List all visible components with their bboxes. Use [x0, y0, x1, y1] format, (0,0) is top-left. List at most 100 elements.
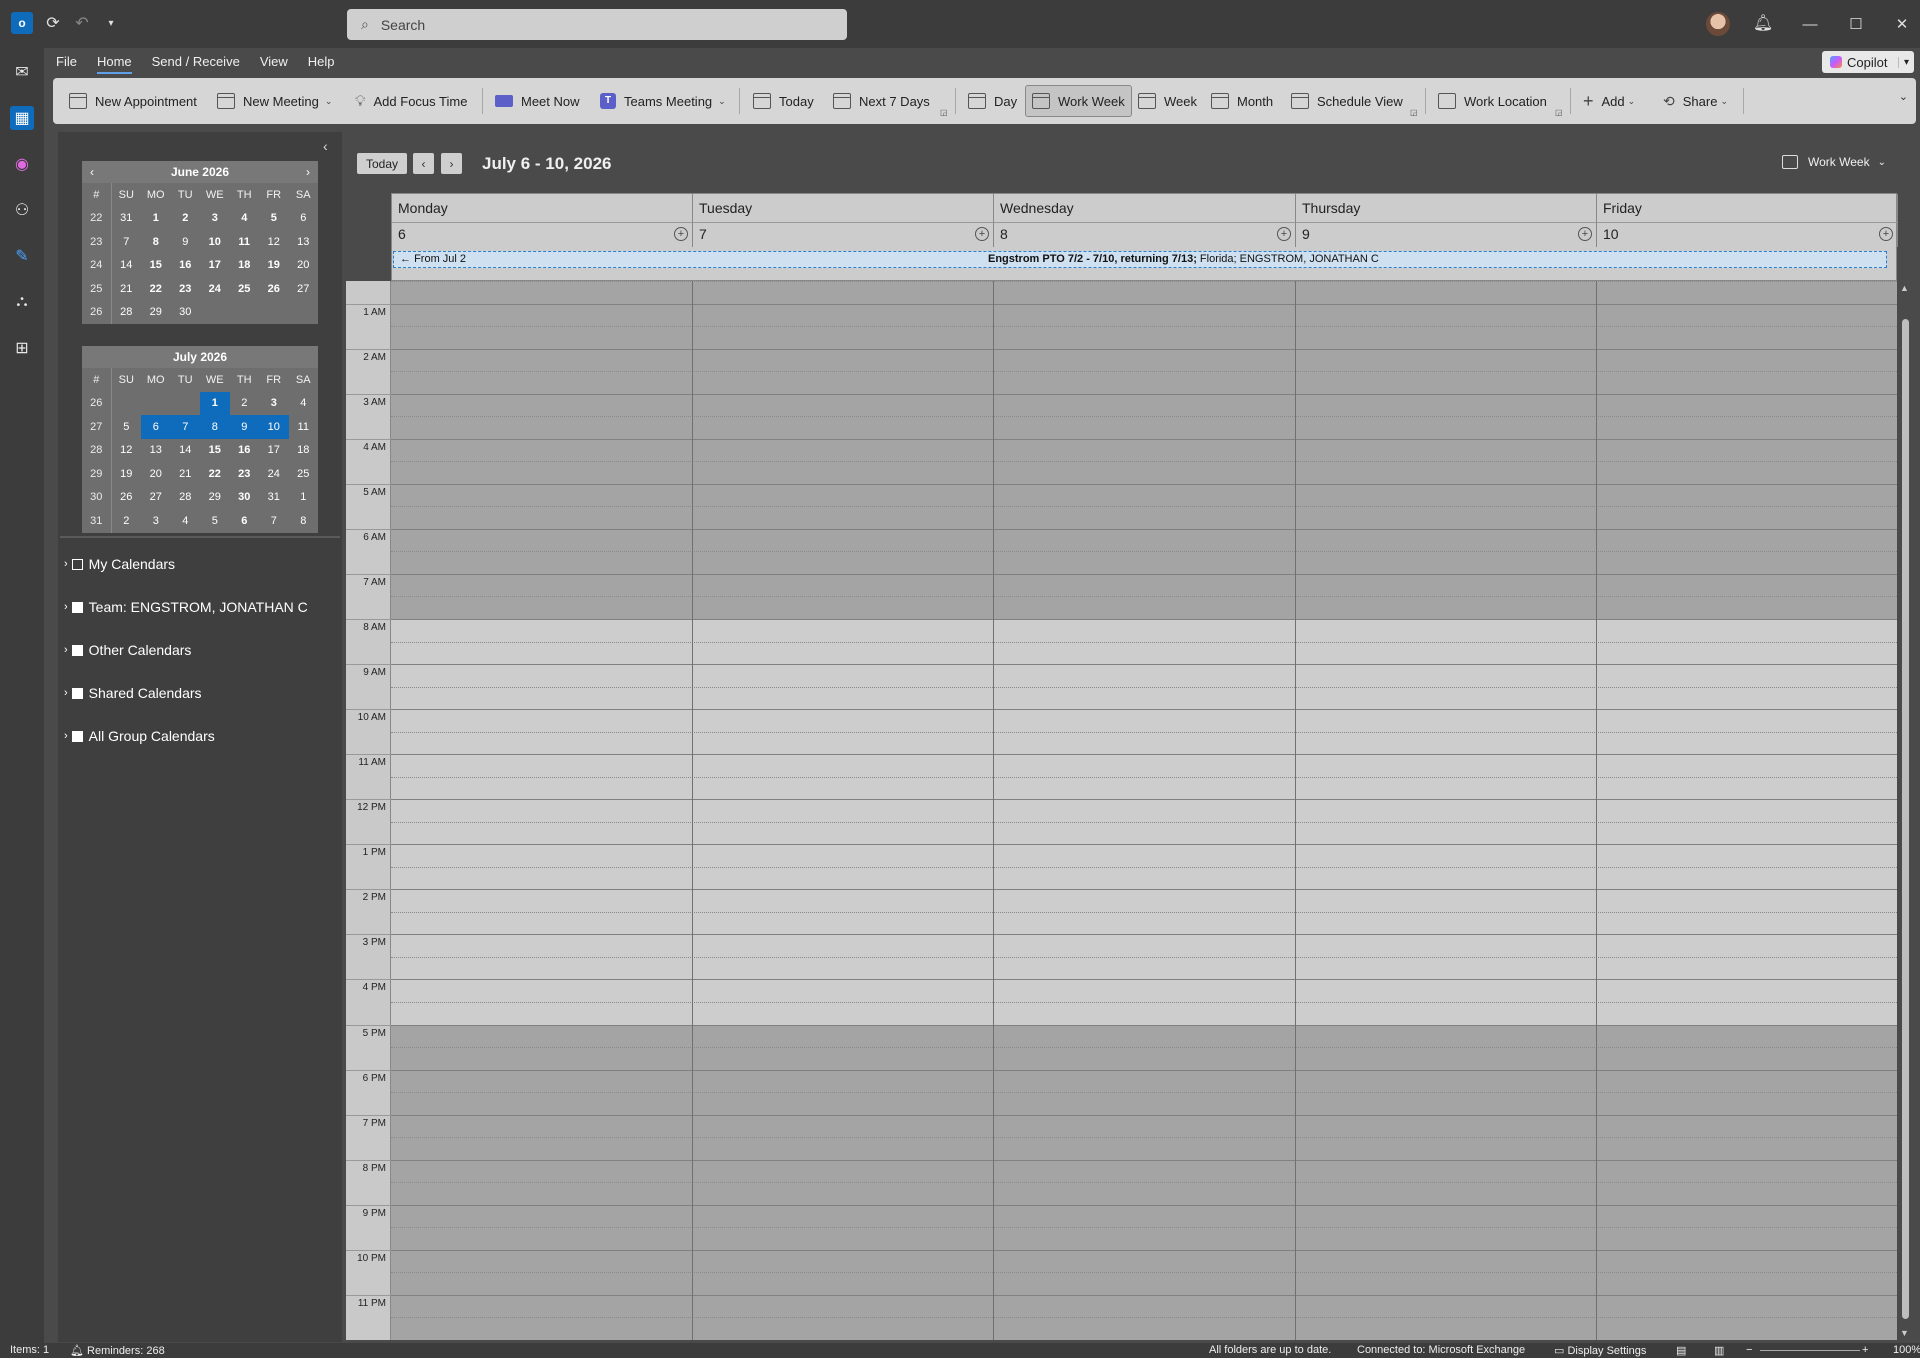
people-icon[interactable]: ⚇ — [10, 198, 34, 222]
day-number[interactable]: 8 — [994, 223, 1296, 247]
search-input[interactable]: ⌕ Search — [347, 9, 847, 40]
mini-calendar-day[interactable]: 28 — [171, 486, 201, 510]
next-7-days-button[interactable]: Next 7 Days — [833, 85, 930, 117]
time-slot[interactable] — [391, 1249, 1897, 1273]
mini-calendar-day[interactable]: 8 — [289, 509, 319, 533]
mini-calendar-day[interactable]: 3 — [141, 509, 171, 533]
time-slot[interactable] — [391, 1227, 1897, 1250]
calendar-group-team[interactable]: › Team: ENGSTROM, JONATHAN C — [64, 596, 308, 618]
mini-calendar-day[interactable]: 20 — [141, 462, 171, 486]
copilot-app-icon[interactable]: ◉ — [10, 152, 34, 176]
schedule-view-button[interactable]: Schedule View — [1291, 85, 1403, 117]
mini-calendar-day[interactable]: 25 — [289, 462, 319, 486]
mini-calendar-day[interactable]: 16 — [171, 254, 201, 278]
today-ribbon-button[interactable]: Today — [753, 85, 814, 117]
time-slot[interactable] — [391, 956, 1897, 980]
copilot-button[interactable]: Copilot ▾ — [1822, 51, 1914, 73]
mini-calendar-day[interactable]: 27 — [141, 486, 171, 510]
mini-calendar-day[interactable]: 16 — [230, 439, 260, 463]
mini-calendar-day[interactable]: 5 — [112, 415, 142, 439]
previous-week-button[interactable]: ‹ — [413, 153, 434, 174]
reminders-count[interactable]: 🔔︎ Reminders: 268 — [70, 1344, 165, 1357]
time-slot[interactable] — [391, 866, 1897, 890]
mini-calendar-day[interactable]: 15 — [141, 254, 171, 278]
zoom-out-icon[interactable]: − — [1746, 1344, 1752, 1356]
mini-calendar-day[interactable]: 28 — [112, 301, 142, 325]
mini-calendar-day[interactable]: 30 — [230, 486, 260, 510]
add-focus-time-button[interactable]: 💡︎ Add Focus Time — [355, 85, 467, 117]
time-slot[interactable] — [391, 776, 1897, 800]
display-settings-button[interactable]: ▭ Display Settings — [1554, 1344, 1646, 1357]
time-slot[interactable] — [391, 1159, 1897, 1183]
mini-calendar-day[interactable]: 25 — [230, 277, 260, 301]
mini-calendar-day[interactable]: 13 — [141, 439, 171, 463]
add-event-icon[interactable]: + — [1879, 227, 1893, 241]
undo-icon[interactable]: ↶ — [71, 12, 93, 34]
time-slot[interactable] — [391, 821, 1897, 845]
next-week-button[interactable]: › — [441, 153, 462, 174]
mini-calendar-day[interactable]: 19 — [112, 462, 142, 486]
time-grid[interactable] — [391, 281, 1897, 1340]
mini-calendar-day[interactable]: 14 — [171, 439, 201, 463]
collapse-pane-icon[interactable]: ‹ — [323, 138, 328, 154]
new-appointment-button[interactable]: New Appointment — [69, 85, 197, 117]
time-slot[interactable] — [391, 979, 1897, 1003]
calendar-group-my-calendars[interactable]: › My Calendars — [64, 553, 175, 575]
normal-view-icon[interactable]: ▤ — [1676, 1344, 1686, 1357]
time-slot[interactable] — [391, 348, 1897, 372]
add-event-icon[interactable]: + — [1277, 227, 1291, 241]
mini-calendar-day[interactable]: 18 — [230, 254, 260, 278]
mini-calendar-day[interactable]: 17 — [259, 439, 289, 463]
mini-calendar-day[interactable]: 8 — [200, 415, 230, 439]
zoom-slider[interactable] — [1760, 1350, 1860, 1351]
quick-access-dropdown-icon[interactable]: ▾ — [100, 12, 122, 34]
time-slot[interactable] — [391, 911, 1897, 935]
mini-calendar-day[interactable]: 10 — [200, 230, 230, 254]
time-slot[interactable] — [391, 1317, 1897, 1340]
new-meeting-button[interactable]: New Meeting ⌄ — [217, 85, 332, 117]
checkbox[interactable] — [71, 644, 83, 656]
mini-calendar-day[interactable]: 7 — [170, 415, 200, 439]
mini-calendar-day[interactable]: 8 — [141, 230, 171, 254]
mini-calendar-day[interactable]: 19 — [259, 254, 289, 278]
mini-calendar-day[interactable]: 4 — [230, 207, 260, 231]
time-slot[interactable] — [391, 889, 1897, 912]
day-name-header[interactable]: Wednesday — [994, 194, 1296, 223]
mini-calendar-day[interactable]: 7 — [112, 230, 142, 254]
avatar[interactable] — [1706, 12, 1730, 36]
mini-calendar-day[interactable]: 2 — [171, 207, 201, 231]
mini-calendar-day[interactable]: 24 — [259, 462, 289, 486]
time-slot[interactable] — [391, 618, 1897, 642]
bell-icon[interactable]: 🔔︎ — [1752, 12, 1774, 34]
time-slot[interactable] — [391, 393, 1897, 417]
mini-calendar-day[interactable]: 30 — [171, 301, 201, 325]
mail-icon[interactable]: ✉ — [10, 60, 34, 84]
work-location-button[interactable]: Work Location — [1438, 85, 1547, 117]
day-name-header[interactable]: Friday — [1597, 194, 1898, 223]
dialog-launcher-icon[interactable]: ◲ — [1555, 108, 1563, 117]
time-slot[interactable] — [391, 596, 1897, 619]
chevron-right-icon[interactable]: › — [64, 558, 68, 570]
tab-file[interactable]: File — [56, 52, 77, 74]
time-slot[interactable] — [391, 1204, 1897, 1228]
mini-calendar-day[interactable]: 4 — [171, 509, 201, 533]
tab-help[interactable]: Help — [308, 52, 335, 74]
mini-calendar-day[interactable]: 6 — [230, 509, 260, 533]
time-slot[interactable] — [391, 326, 1897, 349]
time-slot[interactable] — [391, 754, 1897, 777]
time-slot[interactable] — [391, 1137, 1897, 1160]
add-button[interactable]: + Add ⌄ — [1583, 85, 1635, 117]
add-event-icon[interactable]: + — [975, 227, 989, 241]
mini-calendar-day[interactable]: 4 — [289, 392, 319, 416]
time-slot[interactable] — [391, 1069, 1897, 1093]
zoom-in-icon[interactable]: + — [1862, 1344, 1868, 1356]
mini-calendar-day[interactable]: 31 — [112, 207, 142, 231]
mini-calendar-day[interactable]: 14 — [112, 254, 142, 278]
time-slot[interactable] — [391, 664, 1897, 687]
scroll-up-icon[interactable]: ▲ — [1900, 283, 1909, 293]
mini-calendar-day[interactable]: 18 — [289, 439, 319, 463]
mini-calendar-day[interactable]: 23 — [230, 462, 260, 486]
minimize-button[interactable]: — — [1790, 10, 1830, 38]
chevron-down-icon[interactable]: ▾ — [1897, 56, 1914, 68]
mini-calendar-day[interactable]: 6 — [141, 415, 171, 439]
